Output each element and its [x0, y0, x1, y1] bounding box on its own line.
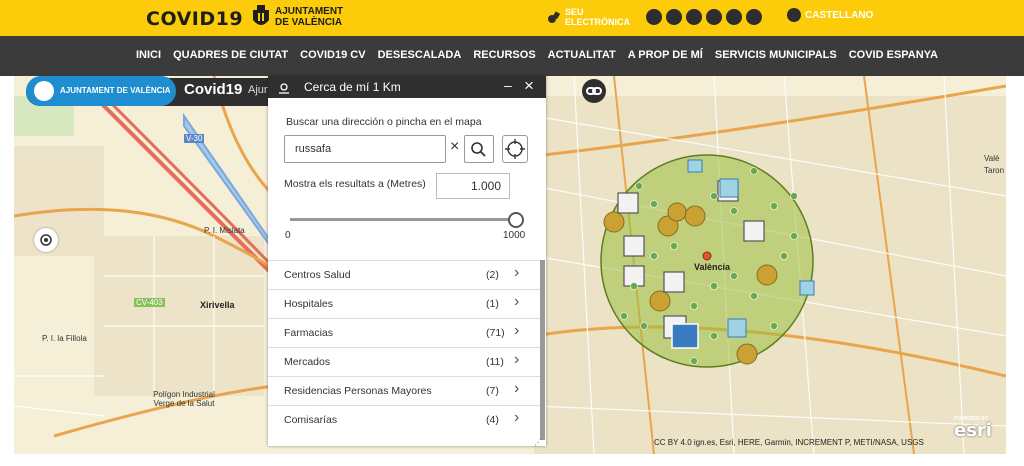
list-scrollbar[interactable]: [540, 260, 545, 440]
nav-item-servicis-municipals[interactable]: SERVICIS MUNICIPALS: [715, 49, 837, 61]
share-link-button[interactable]: [582, 79, 606, 103]
nav-item-covid19-cv[interactable]: COVID19 CV: [300, 49, 365, 61]
nav-item-recursos[interactable]: RECURSOS: [473, 49, 535, 61]
search-button[interactable]: [464, 135, 494, 163]
target-icon: [505, 139, 525, 159]
crest-icon: [34, 81, 54, 101]
locate-me-button[interactable]: [34, 228, 58, 252]
ajuntament-logo[interactable]: AJUNTAMENT DE VALÈNCIA: [275, 6, 343, 28]
nav-item-quadres-de-ciutat[interactable]: QUADRES DE CIUTAT: [173, 49, 288, 61]
category-row-residencias[interactable]: Residencias Personas Mayores (7) ›: [268, 376, 540, 405]
panel-header[interactable]: Cerca de mí 1 Km – ×: [268, 76, 546, 98]
valencia-crest-icon: [253, 5, 269, 25]
slider-min-label: 0: [285, 230, 291, 241]
ajuntament-badge[interactable]: AJUNTAMENT DE VALÈNCIA: [26, 76, 176, 106]
search-label: Buscar una dirección o pincha en el mapa: [286, 116, 482, 128]
category-row-comisarias[interactable]: Comisarías (4) ›: [268, 405, 540, 434]
category-row-centros-salud[interactable]: Centros Salud (2) ›: [268, 260, 540, 289]
clear-search-icon[interactable]: ×: [450, 138, 459, 156]
key-icon: [548, 11, 561, 23]
chevron-right-icon: ›: [514, 322, 520, 339]
resize-handle-icon[interactable]: ⋰: [534, 438, 542, 447]
map-label-fillola: P. I. la Fillola: [42, 334, 87, 343]
category-count: (71): [486, 327, 505, 339]
panel-title: Cerca de mí 1 Km: [304, 80, 401, 94]
category-name: Hospitales: [284, 298, 334, 310]
nav-item-a-prop-de-mi[interactable]: A PROP DE MÍ: [628, 49, 703, 61]
radius-value: 1.000: [470, 179, 501, 193]
radius-slider-track[interactable]: [290, 218, 516, 221]
ajuntament-badge-label: AJUNTAMENT DE VALÈNCIA: [60, 86, 171, 95]
category-row-farmacias[interactable]: Farmacias (71) ›: [268, 318, 540, 347]
top-bar: COVID19 AJUNTAMENT DE VALÈNCIA SEU ELECT…: [0, 0, 1024, 36]
category-count: (7): [486, 385, 499, 397]
facebook-icon[interactable]: [646, 9, 662, 25]
nav-item-covid-espanya[interactable]: COVID ESPANYA: [849, 49, 938, 61]
address-search-input[interactable]: russafa ×: [284, 135, 459, 163]
search-icon: [471, 142, 486, 157]
category-list: Centros Salud (2) › Hospitales (1) › Far…: [268, 260, 540, 434]
radius-slider-handle[interactable]: [508, 212, 524, 228]
chevron-right-icon: ›: [514, 409, 520, 426]
category-count: (4): [486, 414, 499, 426]
category-row-hospitales[interactable]: Hospitales (1) ›: [268, 289, 540, 318]
category-count: (2): [486, 269, 499, 281]
nav-item-inici[interactable]: INICI: [136, 49, 161, 61]
category-count: (11): [486, 356, 504, 368]
location-widget-icon: [279, 83, 289, 94]
map-label-cv403: CV-403: [134, 298, 165, 307]
language-label: CASTELLANO: [805, 9, 874, 21]
nav-item-desescalada[interactable]: DESESCALADA: [378, 49, 462, 61]
use-my-location-button[interactable]: [502, 135, 528, 163]
chevron-right-icon: ›: [514, 351, 520, 368]
category-row-mercados[interactable]: Mercados (11) ›: [268, 347, 540, 376]
esri-logo[interactable]: esri: [954, 420, 992, 441]
instagram-icon[interactable]: [706, 9, 722, 25]
nav-item-actualitat[interactable]: ACTUALITAT: [548, 49, 616, 61]
globe-icon: [787, 8, 801, 22]
twitter-icon[interactable]: [666, 9, 682, 25]
radius-input[interactable]: 1.000: [436, 173, 510, 199]
youtube-icon[interactable]: [686, 9, 702, 25]
map-label-vale: Valè: [984, 154, 1000, 163]
chevron-right-icon: ›: [514, 264, 520, 281]
category-name: Centros Salud: [284, 269, 351, 281]
chevron-right-icon: ›: [514, 380, 520, 397]
map-label-v30: V-30: [184, 134, 205, 143]
chevron-right-icon: ›: [514, 293, 520, 310]
map-label-mislata: P. I. Mislata: [204, 226, 245, 235]
seu-electronica-link[interactable]: SEU ELECTRÒNICA: [547, 7, 630, 27]
category-name: Farmacias: [284, 327, 334, 339]
category-count: (1): [486, 298, 499, 310]
seu-line-2: ELECTRÒNICA: [565, 17, 630, 27]
nearby-search-panel: Cerca de mí 1 Km – × Buscar una direcció…: [268, 76, 546, 447]
category-name: Mercados: [284, 356, 331, 368]
map-attribution: CC BY 4.0 ign.es, Esri, HERE, Garmin, IN…: [654, 438, 924, 447]
link-icon: [586, 87, 602, 95]
social-icons: [646, 9, 762, 25]
search-value: russafa: [295, 143, 332, 155]
app-subtitle: Ajun: [248, 84, 271, 96]
covid19-logo[interactable]: COVID19: [146, 8, 243, 30]
map-label-taron: Taron: [984, 166, 1005, 175]
seu-line-1: SEU: [565, 7, 584, 17]
flickr-icon[interactable]: [726, 9, 742, 25]
map-label-valencia: València: [694, 262, 731, 272]
ajuntament-line-2: DE VALÈNCIA: [275, 17, 343, 28]
language-switch[interactable]: CASTELLANO: [787, 8, 873, 22]
podcast-icon[interactable]: [746, 9, 762, 25]
ajuntament-line-1: AJUNTAMENT: [275, 6, 344, 17]
radius-label: Mostra els resultats a (Metres): [284, 178, 426, 190]
category-name: Residencias Personas Mayores: [284, 385, 432, 397]
slider-max-label: 1000: [503, 230, 526, 241]
main-nav: INICI QUADRES DE CIUTAT COVID19 CV DESES…: [0, 36, 1024, 76]
category-name: Comisarías: [284, 414, 338, 426]
minimize-icon[interactable]: –: [504, 77, 512, 93]
crosshair-icon: [40, 234, 52, 246]
map-label-poligon: Polígon Industrial Verge de la Salut: [153, 390, 215, 408]
close-icon[interactable]: ×: [524, 76, 534, 96]
map-label-xirivella: Xirivella: [200, 300, 235, 310]
app-title: Covid19: [184, 81, 243, 98]
